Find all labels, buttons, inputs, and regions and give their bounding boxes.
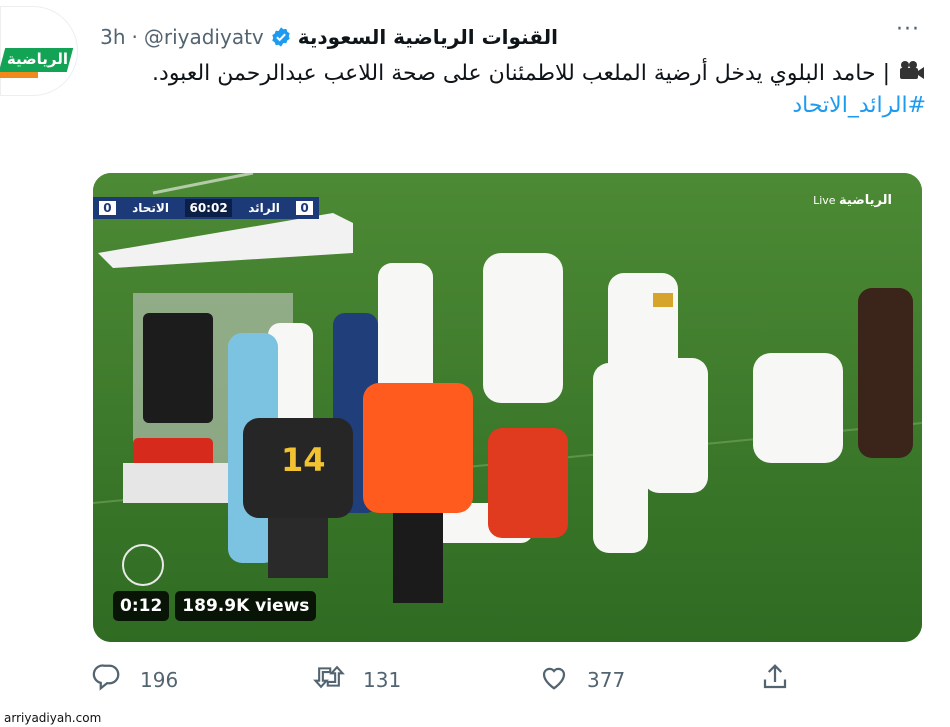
- tweet-body: | حامد البلوي يدخل أرضية الملعب للاطمئنا…: [152, 61, 890, 86]
- score-home: 0: [296, 201, 313, 215]
- tweet-actions: 196 131 377: [92, 662, 792, 698]
- avatar-logo-text: الرياضية: [6, 50, 68, 68]
- footer-site: arriyadiyah.com: [4, 711, 102, 725]
- reply-button[interactable]: 196: [92, 662, 178, 697]
- score-strip: 0 الاتحاد 60:02 الرائد 0: [93, 197, 319, 219]
- separator-dot: ·: [131, 25, 138, 49]
- reply-icon: [92, 662, 122, 697]
- video-camera-icon: [898, 59, 926, 90]
- video-frame: [93, 173, 922, 642]
- match-clock: 60:02: [185, 199, 232, 217]
- reply-count: 196: [140, 667, 179, 692]
- display-name[interactable]: القنوات الرياضية السعودية: [298, 25, 558, 49]
- broadcast-logo-text: الرياضية: [839, 193, 892, 208]
- like-button[interactable]: 377: [539, 662, 625, 697]
- retweet-count: 131: [363, 667, 402, 692]
- retweet-icon: [313, 662, 345, 697]
- video-player[interactable]: 0 الاتحاد 60:02 الرائد 0 Live الرياضية 1…: [93, 173, 922, 642]
- avatar-logo-accent: [0, 72, 38, 78]
- more-icon[interactable]: ···: [896, 19, 920, 41]
- tweet-header: 3h · @riyadiyatv القنوات الرياضية السعود…: [100, 22, 558, 52]
- share-button[interactable]: [760, 662, 790, 697]
- player-number: 14: [281, 441, 326, 479]
- verified-badge-icon: [270, 26, 292, 48]
- hashtag-link[interactable]: #الرائد_الاتحاد: [792, 93, 926, 118]
- retweet-button[interactable]: 131: [313, 662, 401, 697]
- video-views: 189.9K views: [175, 591, 317, 621]
- like-count: 377: [587, 667, 626, 692]
- broadcast-logo: Live الرياضية: [813, 193, 892, 208]
- like-icon: [539, 662, 569, 697]
- avatar[interactable]: الرياضية: [0, 6, 78, 96]
- tweet-time[interactable]: 3h: [100, 25, 125, 49]
- score-away: 0: [99, 201, 116, 215]
- broadcast-live-label: Live: [813, 194, 836, 207]
- share-icon: [760, 662, 790, 697]
- score-home-team: الرائد: [248, 201, 280, 215]
- video-badges: 0:12 189.9K views: [113, 591, 317, 621]
- score-away-team: الاتحاد: [132, 201, 169, 215]
- video-duration: 0:12: [113, 591, 170, 621]
- tweet-text: | حامد البلوي يدخل أرضية الملعب للاطمئنا…: [126, 58, 926, 121]
- user-handle[interactable]: @riyadiyatv: [144, 25, 264, 49]
